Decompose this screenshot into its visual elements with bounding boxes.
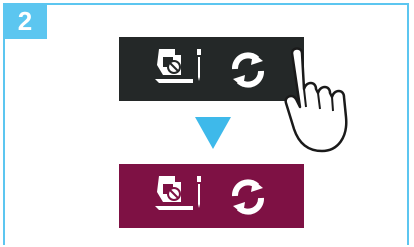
step-number-badge: 2	[3, 3, 47, 39]
presser-foot-needle-icon	[155, 176, 201, 210]
down-arrow-icon	[195, 117, 231, 149]
rotate-arrows-icon	[232, 179, 264, 215]
button-panel-before[interactable]	[119, 37, 304, 101]
button-panel-after[interactable]	[119, 164, 304, 228]
rotate-arrows-icon	[232, 52, 264, 88]
pointing-hand-icon	[284, 47, 348, 153]
presser-foot-needle-icon	[155, 49, 201, 83]
